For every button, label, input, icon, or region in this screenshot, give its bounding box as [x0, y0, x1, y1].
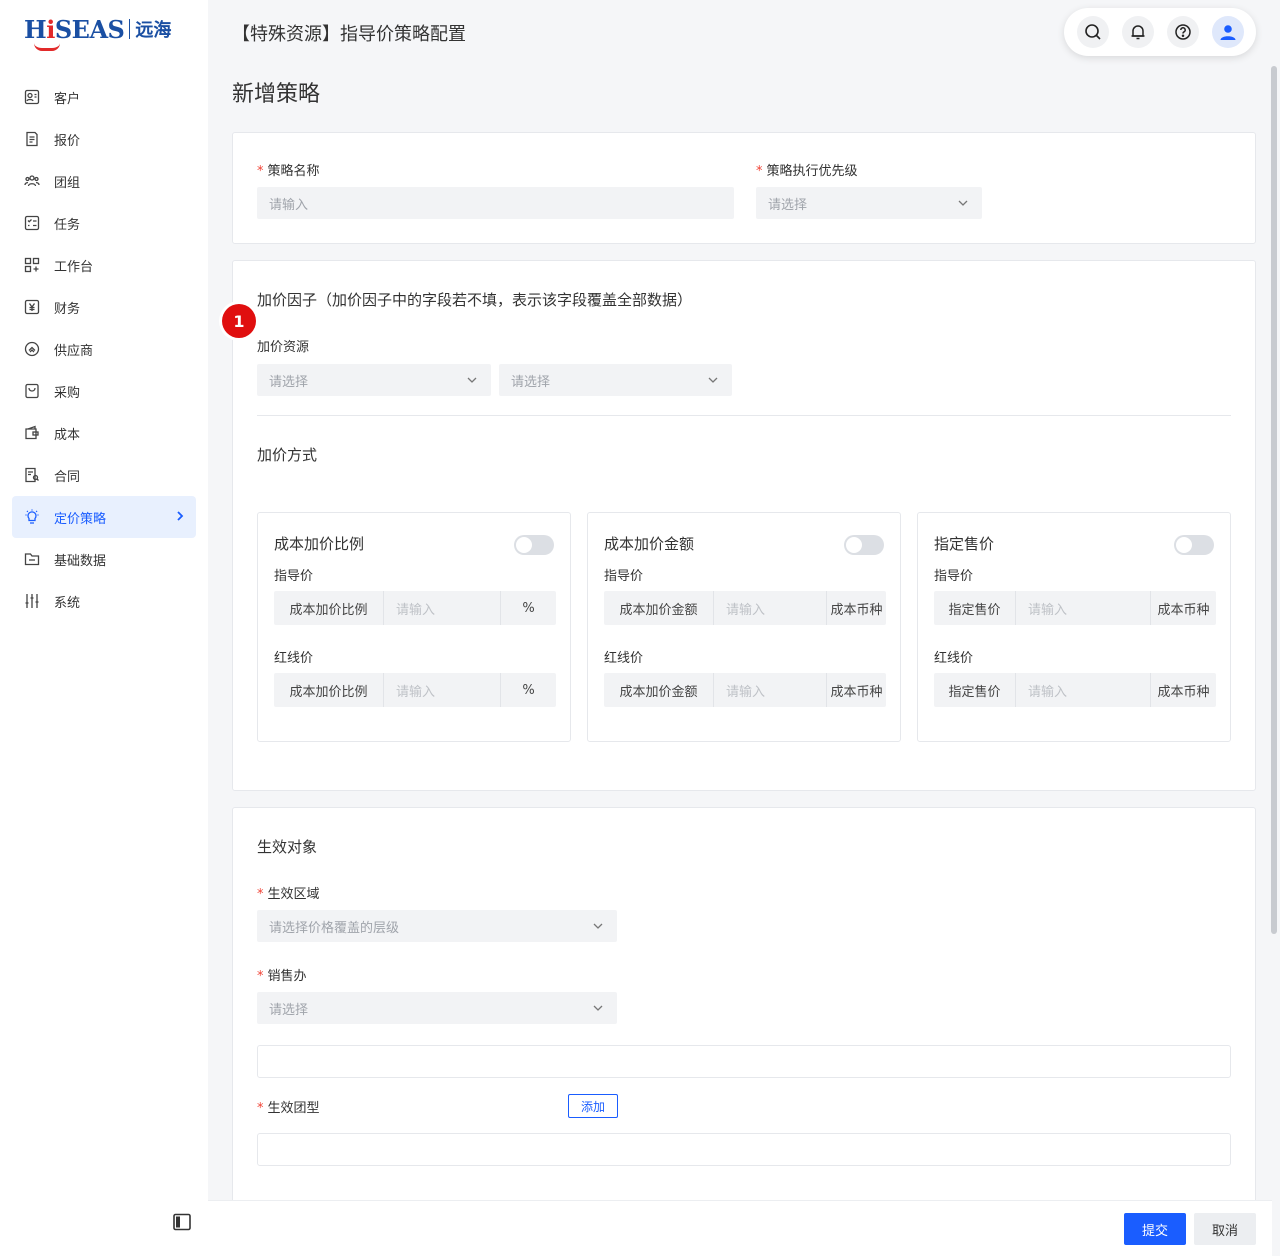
help-icon[interactable]	[1166, 16, 1199, 48]
cancel-button[interactable]: 取消	[1194, 1213, 1256, 1245]
chevron-down-icon	[956, 196, 970, 210]
markup-factor-card: 加价因子（加价因子中的字段若不填，表示该字段覆盖全部数据） 加价资源 请选择 请…	[232, 260, 1256, 791]
search-icon[interactable]	[1076, 16, 1109, 48]
method-title: 成本加价金额	[604, 535, 695, 553]
sidebar-item-group[interactable]: 团组	[12, 160, 196, 202]
method-cost-ratio: 成本加价比例 指导价 成本加价比例 请输入 % 红线价 成本加价比例 请输入 %	[257, 512, 571, 742]
red-line-price-input-group: 成本加价金额 请输入 成本币种	[604, 673, 886, 707]
basic-info-card: * 策略名称 请输入 * 策略执行优先级 请选择	[232, 132, 1256, 244]
finance-icon	[24, 299, 40, 315]
bulb-icon	[24, 509, 40, 525]
chevron-right-icon	[174, 509, 186, 527]
red-line-price-label: 红线价	[604, 651, 644, 666]
markup-method-title: 加价方式	[257, 446, 318, 464]
sidebar-item-basic-data[interactable]: 基础数据	[12, 538, 196, 580]
sidebar-item-pricing-strategy[interactable]: 定价策略	[12, 496, 196, 538]
strategy-name-label: * 策略名称	[257, 164, 320, 179]
sidebar-item-purchase[interactable]: 采购	[12, 370, 196, 412]
guide-price-label: 指导价	[604, 569, 644, 584]
quote-icon	[24, 131, 40, 147]
sidebar-collapse-icon[interactable]	[172, 1212, 192, 1232]
method-title: 指定售价	[934, 535, 995, 553]
sales-office-label: * 销售办	[257, 969, 307, 984]
red-line-price-input-group: 成本加价比例 请输入 %	[274, 673, 556, 707]
divider	[257, 415, 1231, 416]
effective-region-select[interactable]: 请选择价格覆盖的层级	[257, 910, 617, 942]
submit-button[interactable]: 提交	[1124, 1213, 1186, 1245]
red-line-price-input[interactable]: 请输入	[384, 673, 500, 707]
sidebar-item-supplier[interactable]: 供应商	[12, 328, 196, 370]
user-avatar-icon[interactable]	[1211, 16, 1244, 48]
guide-price-input[interactable]: 请输入	[384, 591, 500, 625]
markup-factor-title: 加价因子（加价因子中的字段若不填，表示该字段覆盖全部数据）	[257, 291, 693, 309]
red-line-price-input[interactable]: 请输入	[1016, 673, 1150, 707]
contract-icon	[24, 467, 40, 483]
sidebar-item-cost[interactable]: 成本	[12, 412, 196, 454]
sidebar-item-contract[interactable]: 合同	[12, 454, 196, 496]
red-line-price-input[interactable]: 请输入	[714, 673, 826, 707]
method-toggle[interactable]	[844, 535, 884, 555]
markup-resource-label: 加价资源	[257, 340, 310, 355]
step-badge: 1	[222, 304, 256, 338]
method-toggle[interactable]	[514, 535, 554, 555]
page-title: 【特殊资源】指导价策略配置	[232, 24, 466, 45]
chevron-down-icon	[591, 1001, 605, 1015]
guide-price-input-group: 指定售价 请输入 成本币种	[934, 591, 1216, 625]
sidebar-item-task[interactable]: 任务	[12, 202, 196, 244]
sidebar-nav: 客户 报价 团组 任务 工作台 财务 供应商 采购 成本 合同 定价策略 基础数…	[12, 76, 196, 622]
method-cost-amount: 成本加价金额 指导价 成本加价金额 请输入 成本币种 红线价 成本加价金额 请输…	[587, 512, 901, 742]
group-type-label: * 生效团型	[257, 1101, 320, 1116]
add-group-type-button[interactable]: 添加	[568, 1094, 618, 1118]
strategy-name-input[interactable]: 请输入	[257, 187, 734, 219]
sales-office-select[interactable]: 请选择	[257, 992, 617, 1024]
red-line-price-input-group: 指定售价 请输入 成本币种	[934, 673, 1216, 707]
guide-price-input[interactable]: 请输入	[1016, 591, 1150, 625]
sidebar-item-system[interactable]: 系统	[12, 580, 196, 622]
strategy-priority-select[interactable]: 请选择	[756, 187, 982, 219]
logo[interactable]: HiSEAS 远海	[24, 12, 171, 51]
effective-region-label: * 生效区域	[257, 887, 320, 902]
sales-office-list	[257, 1045, 1231, 1078]
strategy-priority-label: * 策略执行优先级	[756, 164, 858, 179]
guide-price-input-group: 成本加价比例 请输入 %	[274, 591, 556, 625]
markup-resource-select-2[interactable]: 请选择	[499, 364, 732, 396]
customer-icon	[24, 89, 40, 105]
page-subtitle: 新增策略	[232, 82, 321, 107]
cost-icon	[24, 425, 40, 441]
supplier-icon	[24, 341, 40, 357]
scrollbar[interactable]	[1271, 66, 1277, 934]
sidebar: HiSEAS 远海 客户 报价 团组 任务 工作台 财务 供应商 采购 成本 合…	[0, 0, 208, 1256]
effective-target-card: 生效对象 * 生效区域 请选择价格覆盖的层级 * 销售办 请选择 * 生效团型 添加	[232, 807, 1256, 1227]
bell-icon[interactable]	[1121, 16, 1154, 48]
sliders-icon	[24, 593, 40, 609]
form-footer: 提交 取消	[208, 1200, 1272, 1256]
header-toolbar	[1064, 8, 1256, 56]
chevron-down-icon	[706, 373, 720, 387]
guide-price-label: 指导价	[274, 569, 314, 584]
method-fixed-price: 指定售价 指导价 指定售价 请输入 成本币种 红线价 指定售价 请输入 成本币种	[917, 512, 1231, 742]
sidebar-item-customer[interactable]: 客户	[12, 76, 196, 118]
group-icon	[24, 173, 40, 189]
effective-target-title: 生效对象	[257, 838, 318, 856]
guide-price-input[interactable]: 请输入	[714, 591, 826, 625]
group-type-list	[257, 1133, 1231, 1166]
guide-price-label: 指导价	[934, 569, 974, 584]
task-icon	[24, 215, 40, 231]
chevron-down-icon	[591, 919, 605, 933]
method-toggle[interactable]	[1174, 535, 1214, 555]
red-line-price-label: 红线价	[274, 651, 314, 666]
folder-icon	[24, 551, 40, 567]
guide-price-input-group: 成本加价金额 请输入 成本币种	[604, 591, 886, 625]
chevron-down-icon	[465, 373, 479, 387]
markup-resource-select-1[interactable]: 请选择	[257, 364, 491, 396]
workbench-icon	[24, 257, 40, 273]
sidebar-item-workbench[interactable]: 工作台	[12, 244, 196, 286]
purchase-icon	[24, 383, 40, 399]
red-line-price-label: 红线价	[934, 651, 974, 666]
sidebar-item-finance[interactable]: 财务	[12, 286, 196, 328]
method-title: 成本加价比例	[274, 535, 365, 553]
sidebar-item-quote[interactable]: 报价	[12, 118, 196, 160]
